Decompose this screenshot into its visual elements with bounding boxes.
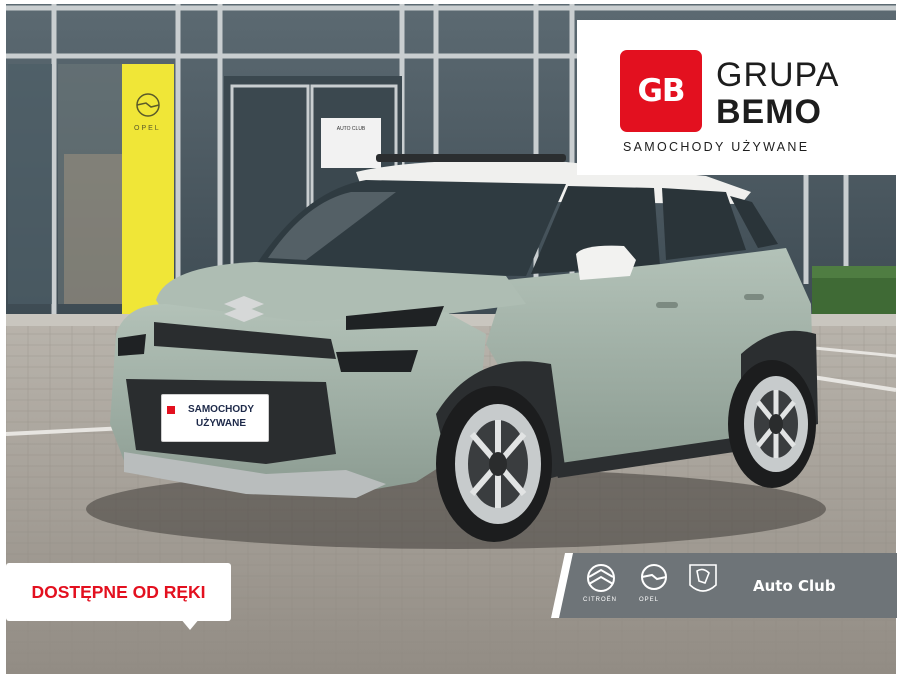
- opel-pillar: [122, 64, 174, 314]
- side-mirror: [576, 245, 636, 280]
- plate-text: SAMOCHODY UŻYWANE: [178, 403, 264, 431]
- front-wheel: [436, 386, 552, 542]
- brand-name-line-2: BEMO: [716, 93, 822, 131]
- plate-logo-icon: [167, 406, 175, 414]
- auto-club-bar: CITROËN OPEL Auto Club: [551, 553, 897, 618]
- opel-pillar-label: OPEL: [134, 125, 161, 132]
- plate-line-2: UŻYWANE: [196, 418, 246, 429]
- gb-logo-text: GB: [637, 73, 685, 109]
- opel-label: OPEL: [639, 597, 660, 603]
- badge-pointer: [180, 618, 200, 630]
- brand-name-line-1: GRUPA: [716, 56, 840, 94]
- availability-badge: DOSTĘPNE OD RĘKI: [6, 563, 231, 621]
- license-plate: SAMOCHODY UŻYWANE: [161, 394, 269, 442]
- rear-wheel: [728, 360, 816, 488]
- auto-club-label: Auto Club: [753, 577, 836, 595]
- auto-club-bar-shape: [551, 553, 897, 618]
- plate-line-1: SAMOCHODY: [187, 404, 255, 415]
- brand-subtitle: SAMOCHODY UŻYWANE: [623, 140, 810, 154]
- roof-rail: [376, 154, 566, 162]
- brand-logo-panel: GB GRUPA BEMO SAMOCHODY UŻYWANE: [577, 20, 897, 175]
- availability-text: DOSTĘPNE OD RĘKI: [31, 582, 206, 602]
- gb-logo-icon: GB: [620, 50, 702, 132]
- door-sign-text: AUTO CLUB: [337, 126, 366, 132]
- headlight: [336, 350, 418, 372]
- citroen-label: CITROËN: [583, 597, 617, 603]
